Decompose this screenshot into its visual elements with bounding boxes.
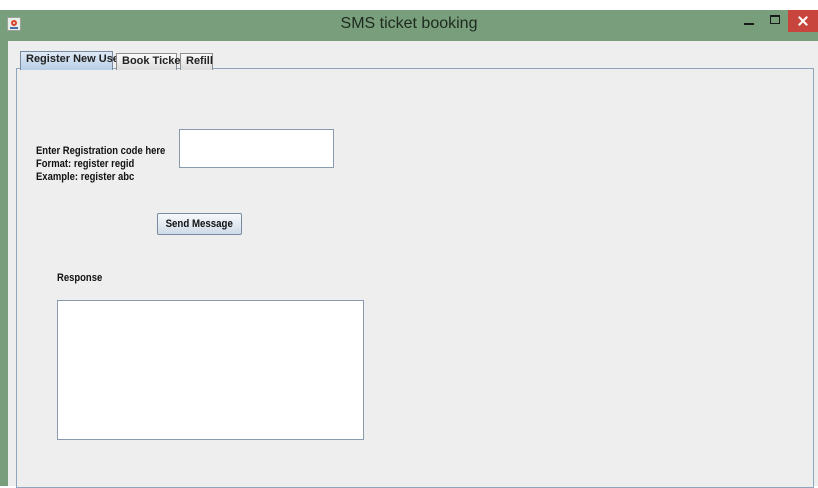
window-title: SMS ticket booking	[340, 15, 478, 32]
registration-code-input[interactable]	[179, 129, 334, 168]
response-textarea[interactable]	[57, 300, 364, 440]
tab-register-new-user[interactable]: Register New User	[20, 51, 123, 70]
registration-instruction-label: Enter Registration code here	[36, 145, 166, 157]
content-pane: Enter Registration code here Format: reg…	[8, 41, 818, 488]
tab-book-ticket[interactable]: Book Ticket	[116, 53, 184, 70]
send-message-label: Send Message	[165, 218, 234, 230]
format-hint-label: Format: register regid	[36, 158, 135, 170]
example-hint-label: Example: register abc	[36, 171, 135, 183]
maximize-button[interactable]	[762, 10, 788, 32]
app-window: SMS ticket booking Enter Registration co…	[0, 10, 818, 488]
response-label: Response	[57, 272, 103, 284]
close-button[interactable]	[788, 10, 818, 32]
send-message-button[interactable]: Send Message	[157, 213, 242, 235]
minimize-button[interactable]	[736, 10, 762, 32]
tab-refill[interactable]: Refill	[180, 53, 213, 70]
title-bar[interactable]: SMS ticket booking	[0, 10, 818, 41]
tab-panel-register: Enter Registration code here Format: reg…	[16, 68, 814, 488]
